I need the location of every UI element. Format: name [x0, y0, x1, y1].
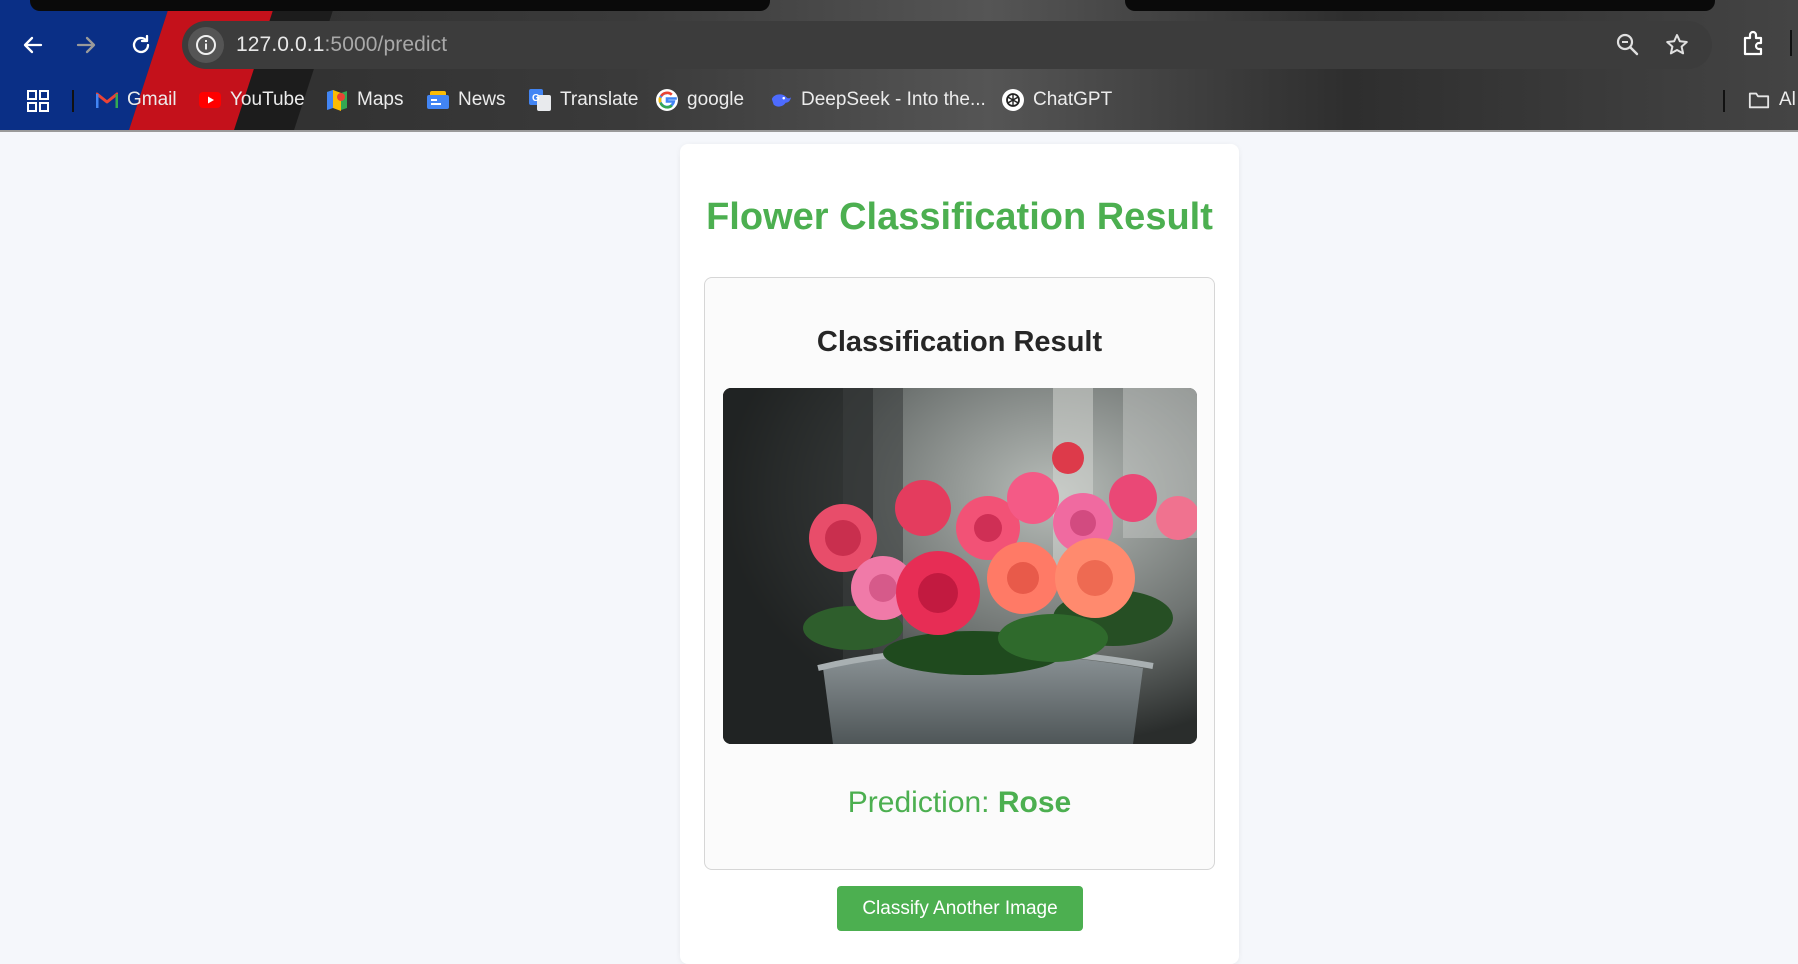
bookmark-google[interactable]: google — [656, 86, 744, 114]
classify-another-button[interactable]: Classify Another Image — [837, 886, 1083, 931]
star-icon[interactable] — [1664, 32, 1690, 58]
back-button[interactable] — [16, 28, 50, 62]
bookmark-label: Gmail — [127, 89, 177, 110]
result-heading: Classification Result — [816, 326, 1103, 358]
bookmarks-separator — [72, 90, 74, 112]
address-bar[interactable]: 127.0.0.1:5000/predict — [182, 21, 1712, 69]
forward-button[interactable] — [69, 28, 103, 62]
bookmark-label: YouTube — [230, 89, 305, 110]
zoom-icon[interactable] — [1615, 32, 1641, 58]
gmail-icon — [96, 89, 118, 111]
flower-photo-icon — [723, 388, 1197, 744]
bookmark-maps[interactable]: Maps — [326, 86, 403, 114]
classification-result-panel: Classification Result Prediction: Rose — [704, 277, 1215, 870]
translate-icon: G — [529, 89, 551, 111]
deepseek-icon — [770, 89, 792, 111]
bookmark-label: ChatGPT — [1033, 89, 1113, 110]
url-text[interactable]: 127.0.0.1:5000/predict — [236, 33, 447, 57]
chrome-divider — [0, 130, 1798, 132]
google-icon — [656, 89, 678, 111]
prediction-value: Rose — [997, 786, 1072, 819]
bookmark-translate[interactable]: G Translate — [529, 86, 639, 114]
browser-chrome: 127.0.0.1:5000/predict Gmail YouTube Map… — [0, 0, 1798, 131]
bookmarks-bar: Gmail YouTube Maps News G Translate goog… — [0, 80, 1798, 120]
all-bookmarks-label: Al — [1779, 89, 1796, 110]
bookmarks-separator-right — [1723, 90, 1725, 112]
bookmark-label: News — [458, 89, 506, 110]
extensions-icon[interactable] — [1740, 30, 1768, 58]
bookmark-label: google — [687, 89, 745, 110]
url-host: 127.0.0.1 — [236, 33, 325, 56]
bookmark-label: Maps — [357, 89, 404, 110]
toolbar-divider — [1790, 30, 1792, 56]
bookmark-label: Translate — [560, 89, 639, 110]
svg-text:G: G — [532, 93, 540, 104]
arrow-right-icon — [76, 36, 96, 54]
news-icon — [427, 89, 449, 111]
result-card: Flower Classification Result Classificat… — [680, 144, 1239, 964]
youtube-icon — [199, 89, 221, 111]
tab-strip-left — [30, 0, 770, 11]
prediction-label: Prediction: — [847, 786, 998, 819]
prediction-text: Prediction: Rose — [705, 786, 1214, 820]
url-path: :5000/predict — [324, 33, 448, 56]
bookmark-youtube[interactable]: YouTube — [199, 86, 305, 114]
folder-icon — [1748, 89, 1770, 111]
site-info-button[interactable] — [188, 27, 224, 63]
bookmark-label: DeepSeek - Into the... — [801, 89, 986, 110]
chatgpt-icon — [1002, 89, 1024, 111]
all-bookmarks-button[interactable]: Al — [1748, 86, 1796, 114]
arrow-left-icon — [23, 36, 43, 54]
bookmark-deepseek[interactable]: DeepSeek - Into the... — [770, 86, 986, 114]
uploaded-flower-image — [723, 388, 1197, 744]
bookmark-chatgpt[interactable]: ChatGPT — [1002, 86, 1112, 114]
page-title: Flower Classification Result — [706, 196, 1213, 238]
bookmark-news[interactable]: News — [427, 86, 506, 114]
apps-grid-icon[interactable] — [26, 89, 50, 113]
reload-icon — [132, 34, 150, 54]
tab-strip-right — [1125, 0, 1715, 11]
bookmark-gmail[interactable]: Gmail — [96, 86, 177, 114]
info-icon — [196, 35, 216, 55]
reload-button[interactable] — [124, 28, 158, 62]
maps-icon — [326, 89, 348, 111]
